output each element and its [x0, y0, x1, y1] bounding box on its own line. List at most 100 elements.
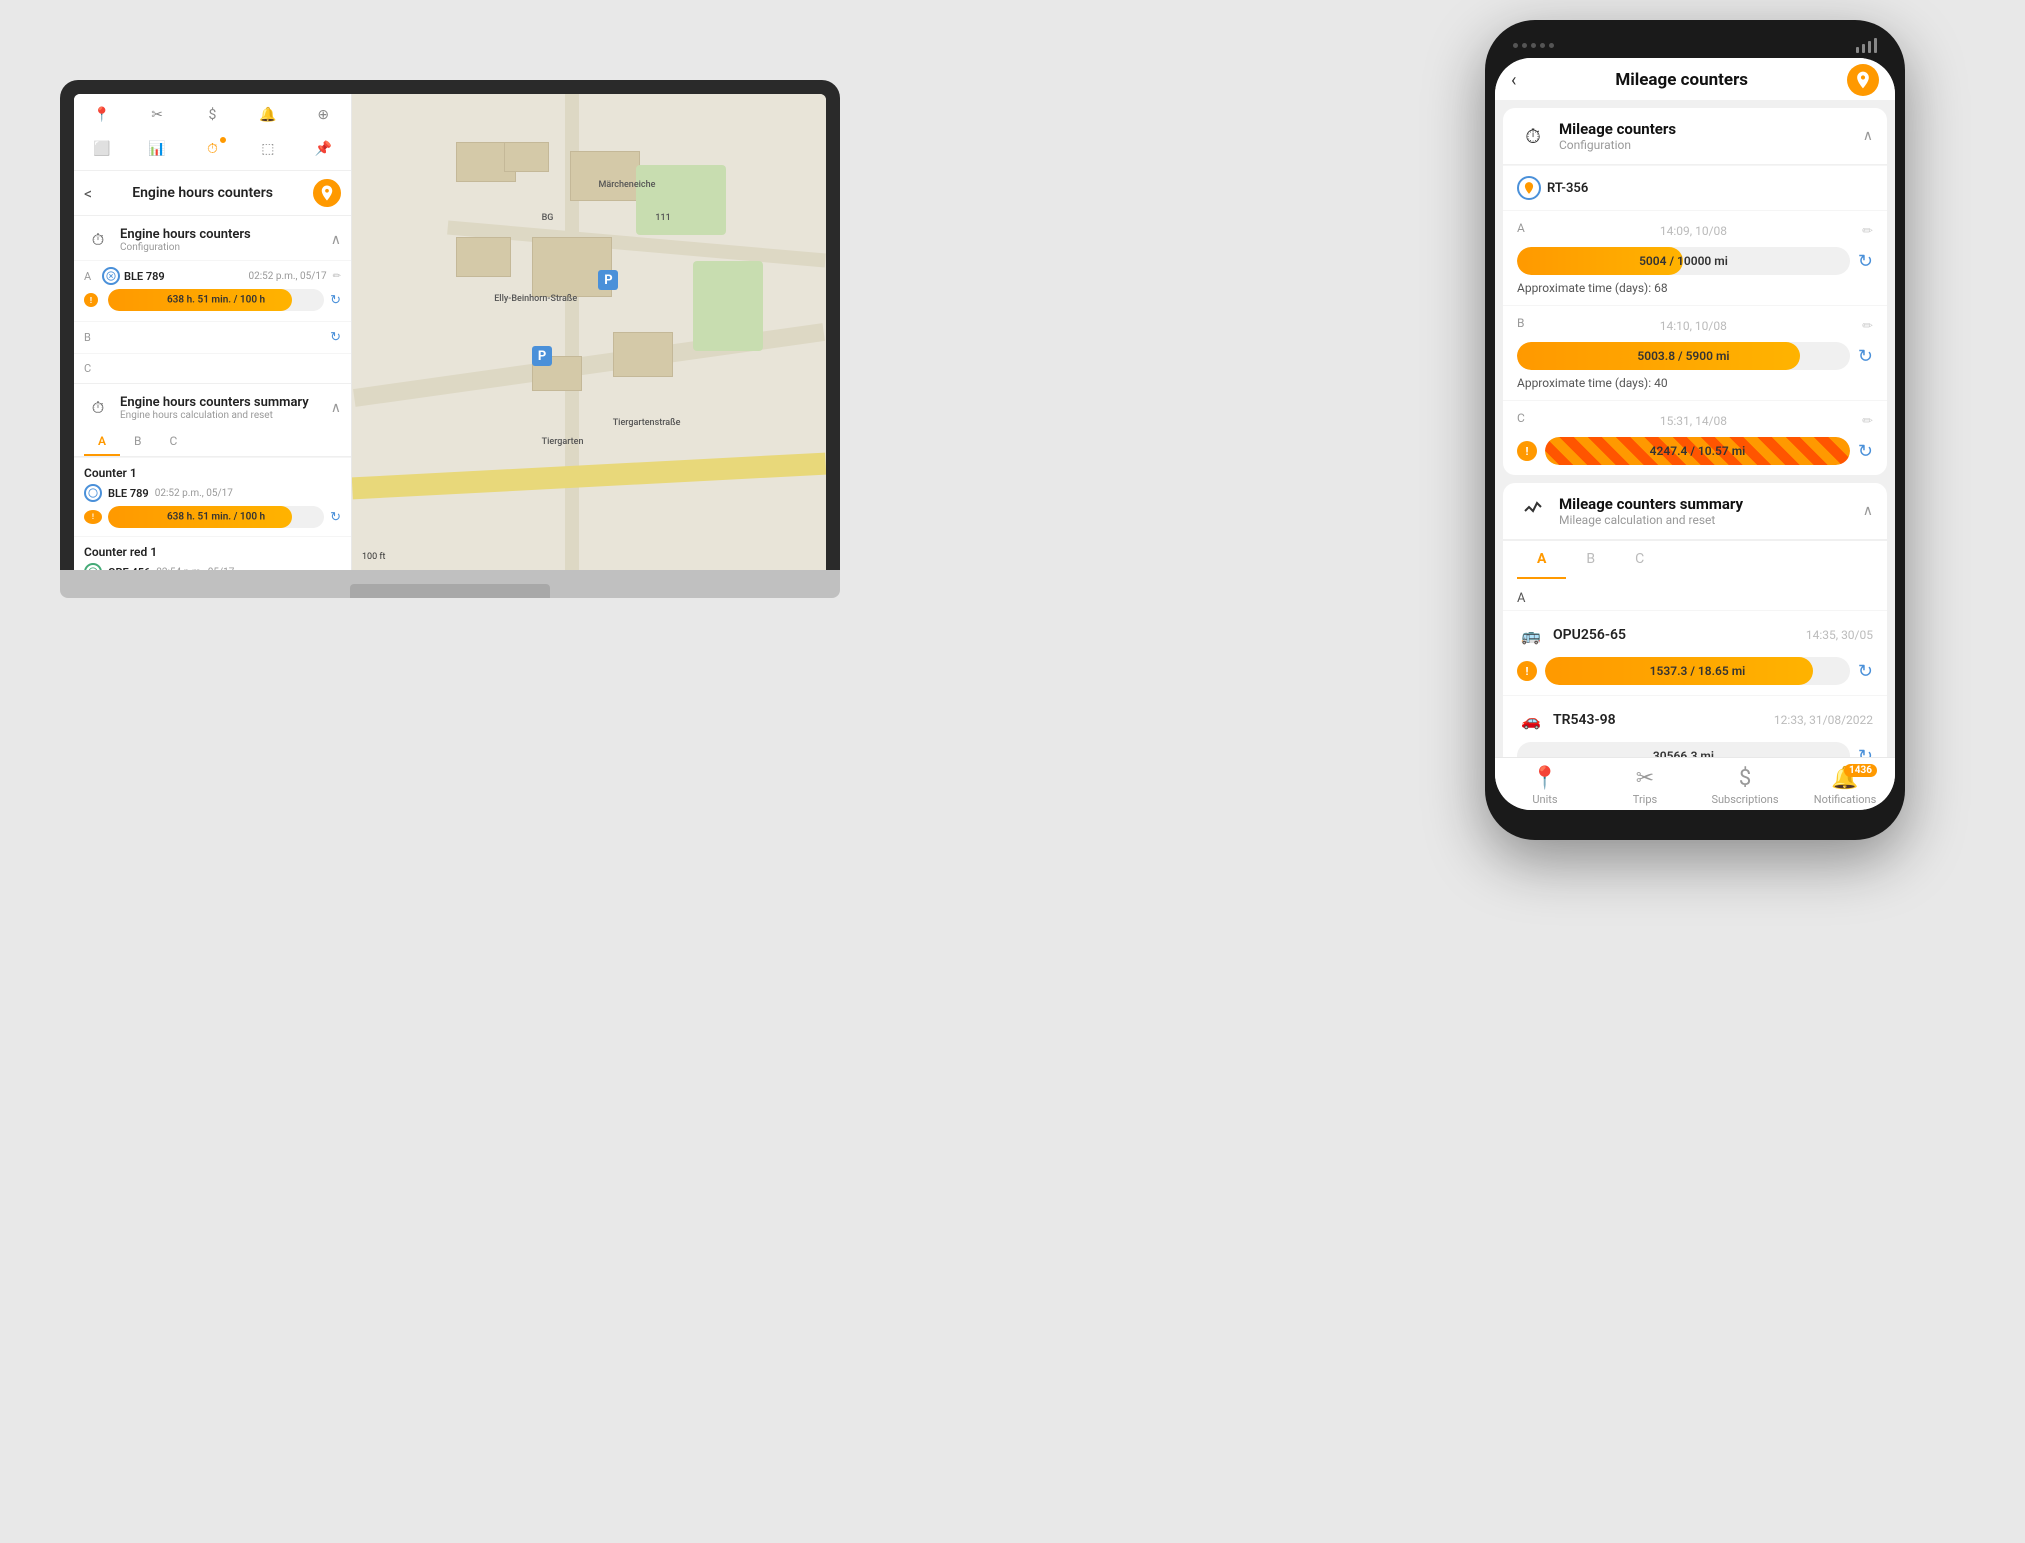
opu-reset[interactable]: ↻ [1858, 661, 1873, 682]
mileage-a-label: A [1517, 221, 1525, 235]
units-icon: 📍 [1531, 766, 1558, 791]
sv-reset-1[interactable]: ↻ [330, 510, 341, 525]
map-label-tiergarten: Tiergarten [542, 437, 584, 447]
phone-camera-area [1513, 43, 1554, 48]
nav-scissors-icon[interactable]: ✂ [146, 104, 168, 126]
mileage-b-reset[interactable]: ↻ [1858, 346, 1873, 367]
engine-hours-header: ⏱ Engine hours counters Configuration ∧ [74, 216, 351, 260]
mileage-counters-card: ⏱ Mileage counters Configuration ∧ [1503, 108, 1887, 475]
nav-dollar-icon[interactable]: $ [201, 104, 223, 126]
summary-tabs: A B C [74, 428, 351, 457]
map-label-num: 111 [655, 213, 670, 223]
nav-units[interactable]: 📍 Units [1495, 766, 1595, 806]
phone-outer: ‹ Mileage counters ⏱ Mileage counters Co… [1485, 20, 1905, 840]
back-button[interactable]: < [84, 184, 92, 203]
tab-b[interactable]: B [120, 428, 155, 456]
laptop-top-nav: 📍 ✂ $ 🔔 ⊕ ⬜ 📊 ⏱ ⬚ 📌 [74, 94, 351, 171]
mileage-b-label: B [1517, 316, 1524, 330]
nav-pin-icon[interactable]: 📌 [312, 138, 334, 160]
signal-4 [1874, 38, 1877, 53]
trips-icon: ✂ [1636, 766, 1654, 791]
map-label-marchen: Märcheneiche [598, 180, 655, 190]
mileage-c-label: C [1517, 411, 1525, 425]
summary-card-header: Mileage counters summary Mileage calcula… [1503, 483, 1887, 540]
phone: ‹ Mileage counters ⏱ Mileage counters Co… [1485, 20, 1905, 840]
reset-counter-a-icon[interactable]: ↻ [330, 293, 341, 308]
tr543-vehicle-icon: 🚗 [1517, 706, 1545, 734]
nav-location-icon[interactable]: 📍 [91, 104, 113, 126]
nav-plus-icon[interactable]: ⊕ [312, 104, 334, 126]
sv-device-row-1: BLE 789 02:52 p.m., 05/17 [84, 484, 341, 502]
sv-header-2: Counter red 1 [84, 545, 341, 559]
laptop: 📍 ✂ $ 🔔 ⊕ ⬜ 📊 ⏱ ⬚ 📌 [60, 80, 840, 660]
summary-card-icon [1517, 495, 1549, 527]
summary-chevron-icon[interactable]: ∧ [331, 400, 341, 416]
rt356-name: RT-356 [1547, 181, 1588, 196]
mileage-a-text: 5004 / 10000 mi [1517, 254, 1850, 268]
nav-notifications[interactable]: 🔔 1436 Notifications [1795, 766, 1895, 806]
sv-progress-1: ! 638 h. 51 min. / 100 h ↻ [84, 506, 341, 528]
nav-square-icon[interactable]: ⬜ [91, 138, 113, 160]
counter-b-label: B [84, 331, 91, 344]
phone-user-avatar[interactable] [1847, 64, 1879, 96]
counter-a-bar: 638 h. 51 min. / 100 h [108, 289, 324, 311]
opu-bar: 1537.3 / 18.65 mi [1545, 657, 1850, 685]
mileage-b-edit-icon[interactable]: ✏ [1862, 319, 1873, 334]
opu-header: 🚌 OPU256-65 14:35, 30/05 [1517, 621, 1873, 649]
engine-hours-title: Engine hours counters [120, 227, 323, 242]
phone-screen-title: Mileage counters [1524, 70, 1839, 90]
subscriptions-label: Subscriptions [1711, 793, 1778, 806]
nav-subscriptions[interactable]: $ Subscriptions [1695, 766, 1795, 806]
counter-a-progress: ! 638 h. 51 min. / 100 h ↻ [84, 289, 341, 311]
map-area: P P Elly-Beinhorn-Straße Tiergarten Tier… [352, 94, 826, 570]
phone-tab-c[interactable]: C [1615, 541, 1664, 579]
trips-label: Trips [1633, 793, 1657, 806]
mileage-chevron-icon[interactable]: ∧ [1863, 128, 1873, 144]
nav-grid-icon[interactable]: ⬚ [257, 138, 279, 160]
summary-card-titles: Mileage counters summary Mileage calcula… [1559, 495, 1853, 527]
counter-c-item: C [74, 353, 351, 383]
tr543-bar: 30566.3 mi [1517, 742, 1850, 757]
summary-section-a-label: A [1503, 579, 1887, 610]
mileage-counter-c: C 15:31, 14/08 ✏ ! 4247.4 / 10.57 mi [1503, 400, 1887, 475]
sv-device-icon-2 [84, 563, 102, 570]
map-parking-icon-2: P [532, 346, 552, 366]
mileage-c-text: 4247.4 / 10.57 mi [1545, 444, 1850, 458]
engine-hours-icon: ⏱ [84, 226, 112, 254]
tr543-reset[interactable]: ↻ [1858, 746, 1873, 758]
summary-subtitle: Engine hours calculation and reset [120, 410, 323, 421]
mileage-a-reset[interactable]: ↻ [1858, 251, 1873, 272]
tab-a[interactable]: A [84, 428, 120, 456]
badge-dot [219, 136, 227, 144]
mileage-c-reset[interactable]: ↻ [1858, 441, 1873, 462]
nav-bell-icon[interactable]: 🔔 [257, 104, 279, 126]
laptop-base [60, 570, 840, 598]
summary-card-chevron-icon[interactable]: ∧ [1863, 503, 1873, 519]
device-ble-icon [102, 267, 120, 285]
tr543-text: 30566.3 mi [1517, 749, 1850, 757]
sv-device-name-1: BLE 789 [108, 487, 149, 500]
phone-tab-a[interactable]: A [1517, 541, 1566, 579]
mileage-a-edit-icon[interactable]: ✏ [1862, 224, 1873, 239]
opu-text: 1537.3 / 18.65 mi [1545, 664, 1850, 678]
counter-a-label: 638 h. 51 min. / 100 h [108, 295, 324, 306]
nav-timer-icon[interactable]: ⏱ [201, 138, 223, 160]
summary-card-main: Mileage counters summary [1559, 495, 1853, 513]
mileage-c-time: 15:31, 14/08 [1660, 414, 1727, 428]
tr543-name: TR543-98 [1553, 712, 1616, 728]
phone-tab-b[interactable]: B [1566, 541, 1615, 579]
tab-c[interactable]: C [156, 428, 192, 456]
chevron-up-icon[interactable]: ∧ [331, 232, 341, 248]
nav-trips[interactable]: ✂ Trips [1595, 766, 1695, 806]
mileage-c-edit-icon[interactable]: ✏ [1862, 414, 1873, 429]
user-avatar[interactable] [313, 179, 341, 207]
phone-back-button[interactable]: ‹ [1511, 70, 1516, 91]
device-ble-name: BLE 789 [124, 270, 165, 283]
summary-vehicle-1: Counter 1 BLE 789 02:52 p.m., 05/17 ! [74, 457, 351, 536]
nav-row-1: 📍 ✂ $ 🔔 ⊕ [82, 100, 343, 130]
nav-chart-icon[interactable]: 📊 [146, 138, 168, 160]
sv-counter-name-1: Counter 1 [84, 466, 137, 480]
mileage-c-progress: ! 4247.4 / 10.57 mi ↻ [1517, 437, 1873, 465]
counter-b-reset[interactable]: ↻ [330, 330, 341, 345]
edit-counter-a-icon[interactable]: ✏ [333, 271, 341, 282]
